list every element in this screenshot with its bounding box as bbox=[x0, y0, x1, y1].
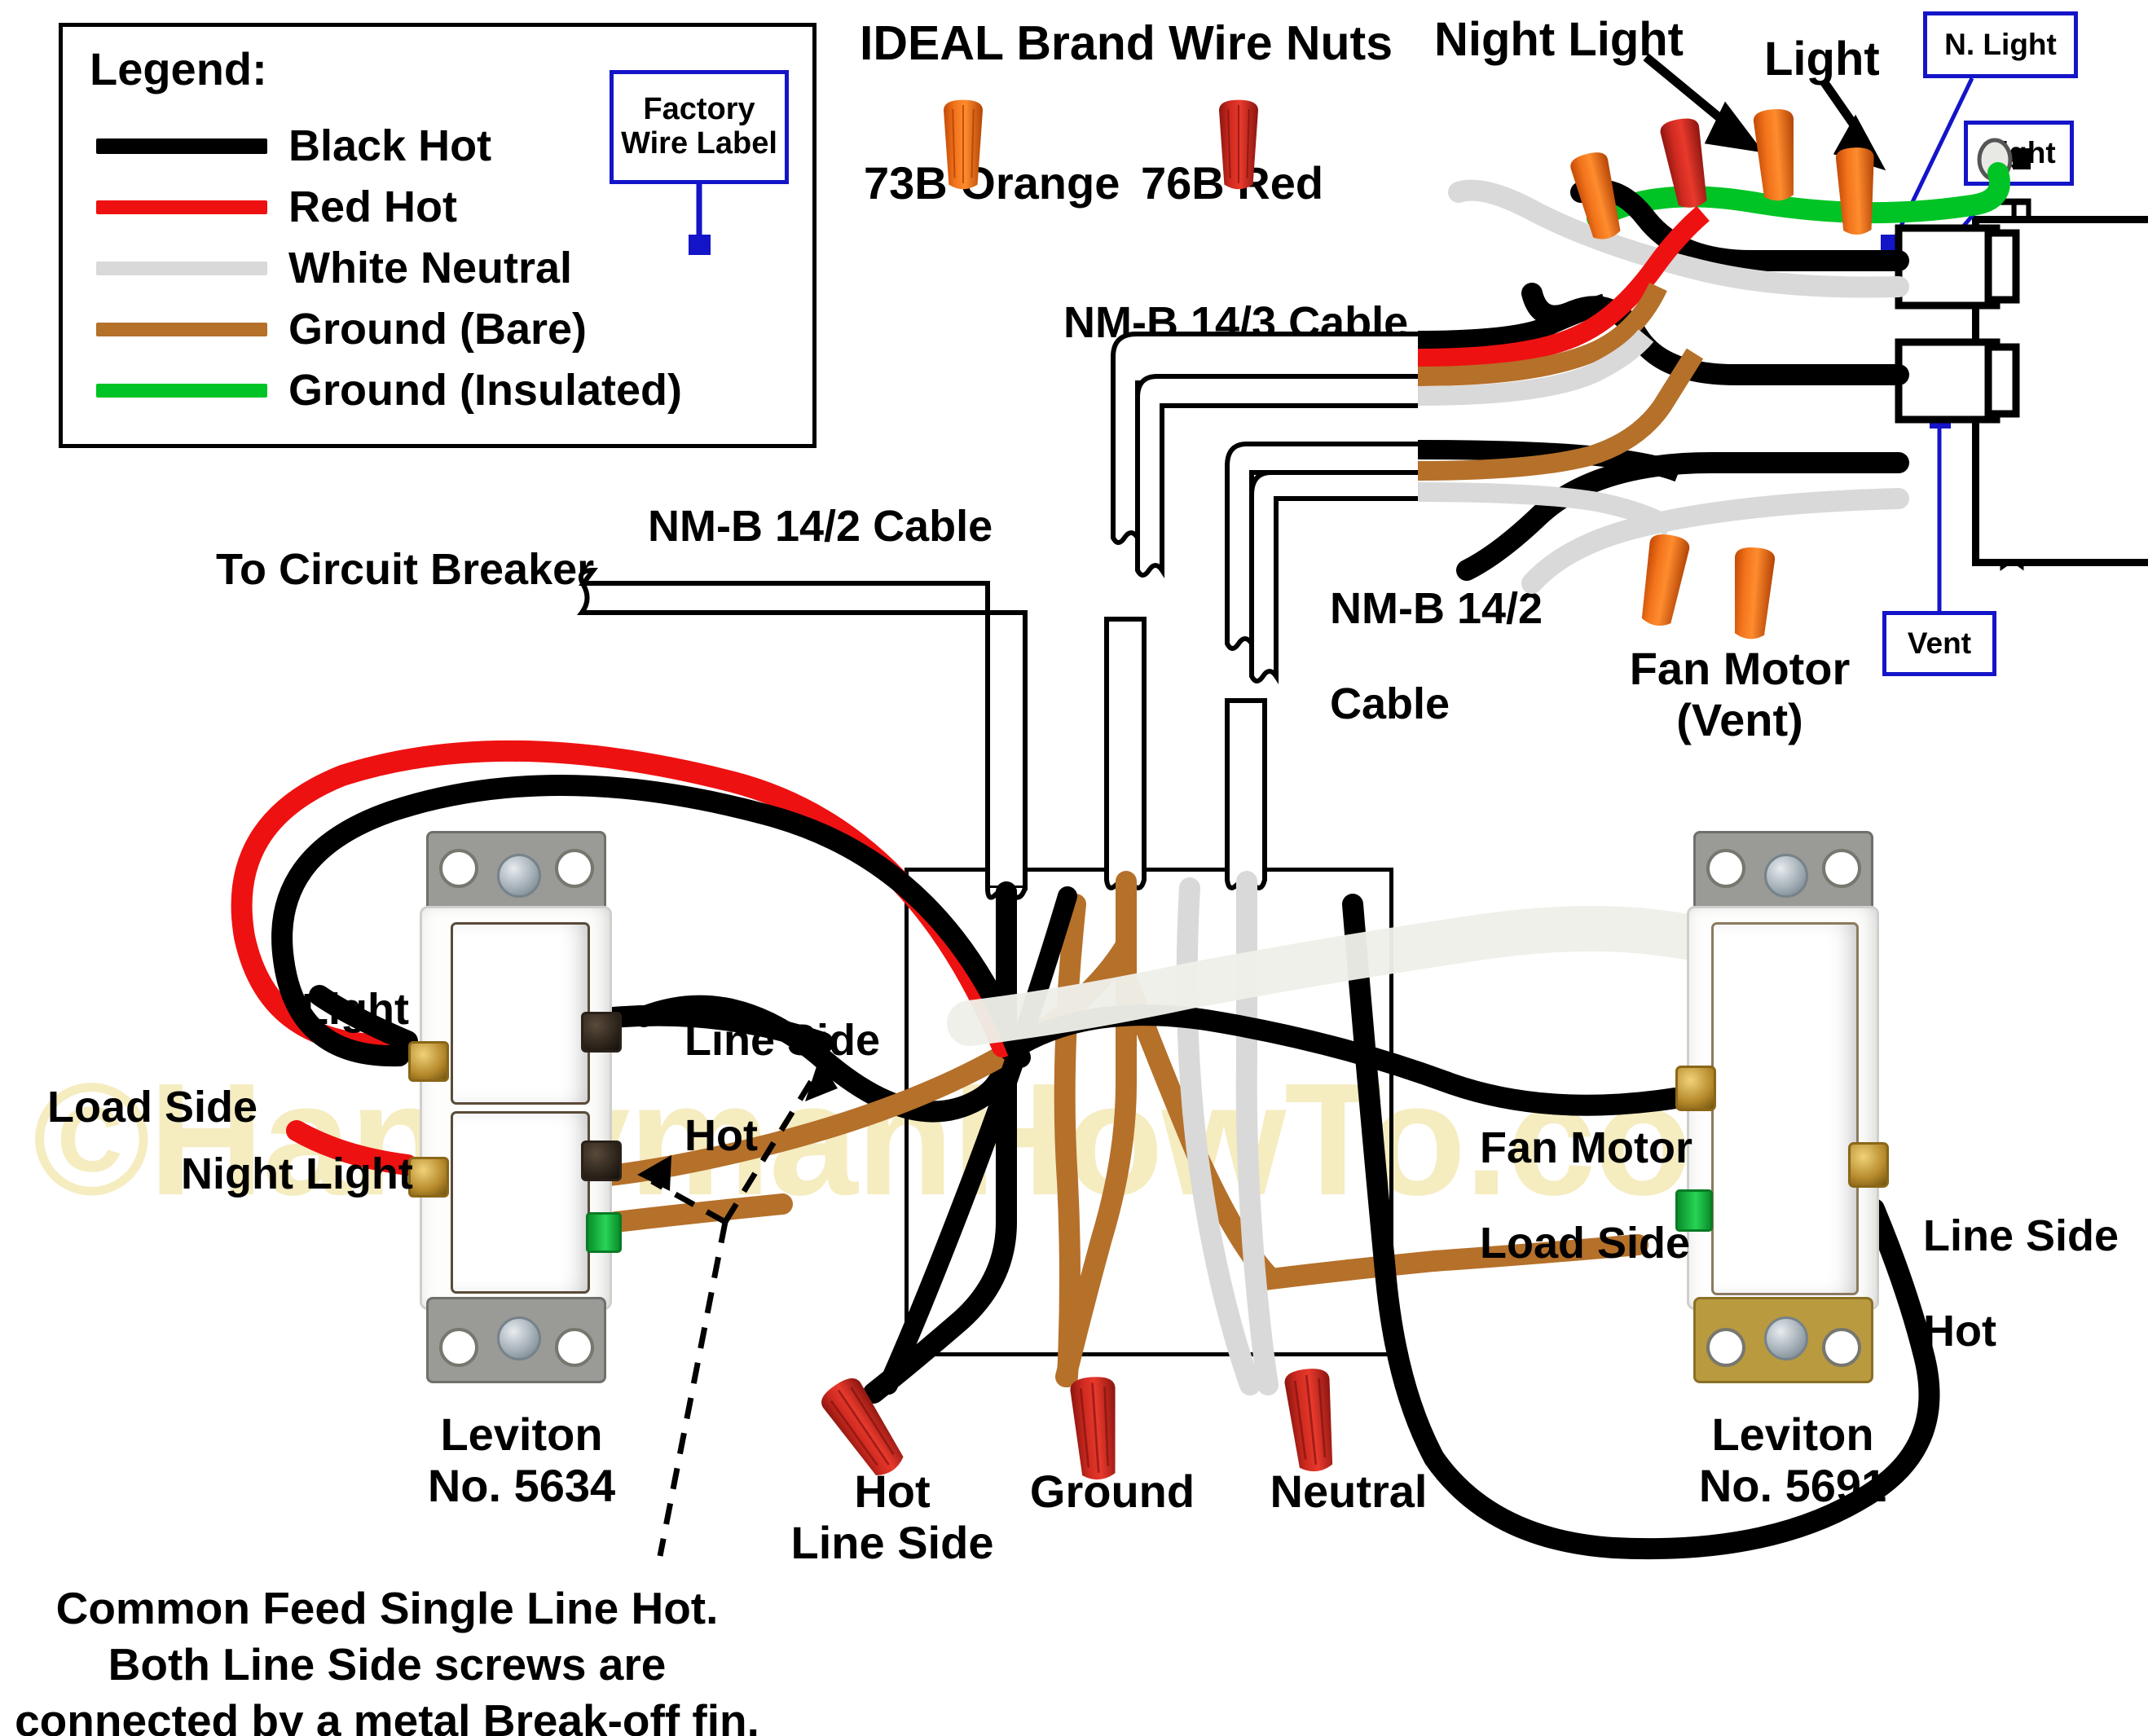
left-switch-top-hole-r bbox=[555, 849, 594, 888]
right-switch-top-hole-l bbox=[1706, 849, 1745, 888]
right-switch-fan-motor-label: Fan Motor Load Side bbox=[1431, 1077, 1692, 1315]
right-switch-model-line1: Leviton bbox=[1711, 1409, 1874, 1460]
left-switch-device[interactable] bbox=[408, 831, 622, 1401]
wire-nut-fanbox-night-light bbox=[1752, 108, 1799, 202]
bottom-caption: Common Feed Single Line Hot. Both Line S… bbox=[8, 1580, 766, 1736]
right-switch-bottom-screw bbox=[1764, 1316, 1808, 1360]
caption-line2: Both Line Side screws are bbox=[108, 1638, 667, 1690]
left-switch-brass-screw-light bbox=[408, 1041, 449, 1082]
left-switch-dark-screw-line-top bbox=[581, 1012, 622, 1053]
cable-stub-mid-1 bbox=[1104, 617, 1147, 890]
left-switch-line-side-label: Line Side Hot bbox=[636, 969, 880, 1207]
left-switch-bottom-hole-l bbox=[439, 1328, 478, 1367]
wire-nut-vent-white bbox=[1729, 546, 1776, 640]
right-switch-bottom-hole-r bbox=[1822, 1328, 1861, 1367]
right-switch-line-side-line1: Line Side bbox=[1923, 1211, 2119, 1261]
left-switch-load-side-label: Load Side bbox=[47, 1083, 258, 1132]
left-switch-rocker-top[interactable] bbox=[451, 922, 590, 1105]
box-nut-hot-line2: Line Side bbox=[790, 1516, 994, 1568]
box-nut-hot-line1: Hot bbox=[854, 1466, 931, 1517]
wire-nut-neutral bbox=[1283, 1366, 1340, 1474]
left-switch-model-line1: Leviton bbox=[440, 1409, 603, 1460]
left-switch-line-side-line1: Line Side bbox=[684, 1016, 881, 1066]
box-nut-hot-line-side-label: Hot Line Side bbox=[758, 1466, 1027, 1568]
right-switch-bottom-hole-l bbox=[1706, 1328, 1745, 1367]
caption-line3: connected by a metal Break-off fin. bbox=[15, 1694, 759, 1736]
box-nut-neutral-label: Neutral bbox=[1218, 1466, 1479, 1518]
left-switch-dark-screw-line-bottom bbox=[581, 1140, 622, 1181]
wire-neutral-vent bbox=[1521, 488, 1909, 594]
right-switch-model-line2: No. 5691 bbox=[1698, 1459, 1887, 1511]
cable-jacket-14-2-mid-b bbox=[1249, 470, 1418, 684]
right-switch-top-hole-r bbox=[1822, 849, 1861, 888]
right-switch-fan-motor-line1: Fan Motor bbox=[1480, 1123, 1692, 1173]
left-switch-brass-screw-night-light bbox=[408, 1157, 449, 1198]
fan-box-connector-lower bbox=[1895, 338, 2020, 424]
left-switch-top-hole-l bbox=[439, 849, 478, 888]
left-switch-line-side-line2: Hot bbox=[684, 1110, 758, 1160]
left-switch-top-screw bbox=[497, 854, 541, 898]
wiring-diagram-canvas: ©HandymanHowTo.com Legend: Black Hot Red… bbox=[0, 0, 2148, 1736]
right-switch-rocker[interactable] bbox=[1711, 922, 1859, 1295]
left-switch-rocker-bottom[interactable] bbox=[451, 1111, 590, 1294]
wire-nut-76b-red-specimen bbox=[1219, 99, 1258, 190]
right-switch-model-label: Leviton No. 5691 bbox=[1622, 1409, 1964, 1511]
right-switch-top-screw bbox=[1764, 854, 1808, 898]
box-nut-ground-label: Ground bbox=[990, 1466, 1235, 1518]
right-switch-line-side-label: Line Side Hot bbox=[1874, 1165, 2119, 1403]
left-switch-model-label: Leviton No. 5634 bbox=[350, 1409, 693, 1511]
cable-jacket-14-2-breaker bbox=[577, 567, 1028, 890]
wire-nut-vent-black bbox=[1635, 531, 1692, 629]
box-nut-neutral-line1: Neutral bbox=[1270, 1466, 1428, 1517]
right-switch-line-side-line2: Hot bbox=[1923, 1306, 1996, 1356]
left-switch-bottom-screw bbox=[497, 1316, 541, 1360]
left-switch-light-label: Light bbox=[302, 985, 409, 1034]
wire-nut-73b-orange-specimen bbox=[944, 99, 983, 190]
box-nut-ground-line1: Ground bbox=[1029, 1466, 1195, 1517]
cable-stub-mid-2 bbox=[1225, 698, 1267, 890]
left-switch-bottom-hole-r bbox=[555, 1328, 594, 1367]
wire-ground-down-2 bbox=[1054, 894, 1086, 1387]
left-switch-green-ground-screw bbox=[586, 1212, 622, 1253]
right-switch-fan-motor-line2: Load Side bbox=[1480, 1218, 1691, 1268]
left-switch-model-line2: No. 5634 bbox=[427, 1459, 616, 1511]
left-switch-night-light-label: Night Light bbox=[181, 1149, 413, 1198]
caption-line1: Common Feed Single Line Hot. bbox=[55, 1583, 719, 1633]
fan-box-connector-upper bbox=[1895, 224, 2020, 310]
wire-ground-insulated-fanbox bbox=[1587, 162, 2010, 229]
right-switch-device[interactable] bbox=[1675, 831, 1889, 1401]
